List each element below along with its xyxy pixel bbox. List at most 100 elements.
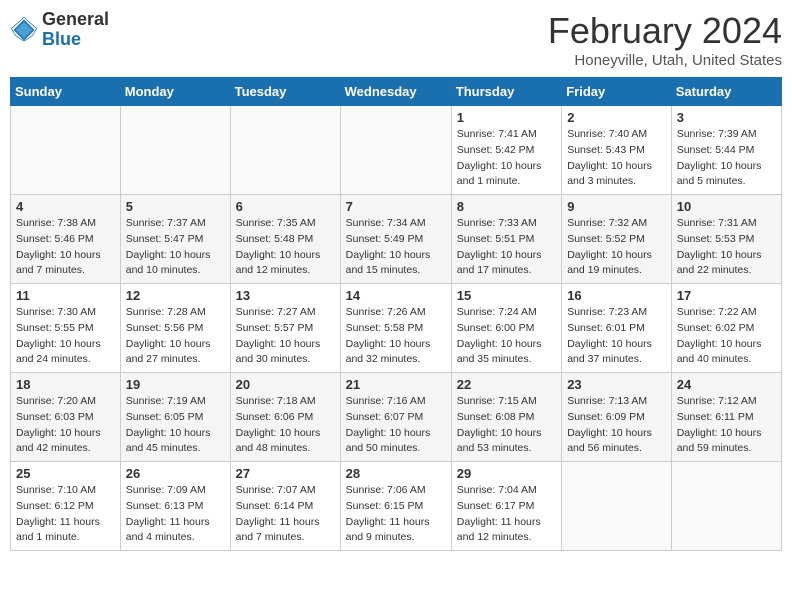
calendar-title: February 2024	[548, 10, 782, 52]
day-number: 27	[236, 466, 335, 481]
calendar-day-cell	[11, 106, 121, 195]
day-info: Sunrise: 7:39 AMSunset: 5:44 PMDaylight:…	[677, 127, 776, 190]
day-number: 23	[567, 377, 666, 392]
calendar-week-row: 18 Sunrise: 7:20 AMSunset: 6:03 PMDayligh…	[11, 373, 782, 462]
calendar-day-cell: 18 Sunrise: 7:20 AMSunset: 6:03 PMDayligh…	[11, 373, 121, 462]
calendar-day-cell: 4 Sunrise: 7:38 AMSunset: 5:46 PMDaylight…	[11, 195, 121, 284]
calendar-day-cell: 25 Sunrise: 7:10 AMSunset: 6:12 PMDayligh…	[11, 462, 121, 551]
day-number: 3	[677, 110, 776, 125]
calendar-day-cell: 6 Sunrise: 7:35 AMSunset: 5:48 PMDaylight…	[230, 195, 340, 284]
calendar-day-cell: 5 Sunrise: 7:37 AMSunset: 5:47 PMDaylight…	[120, 195, 230, 284]
day-number: 22	[457, 377, 556, 392]
day-number: 21	[346, 377, 446, 392]
day-info: Sunrise: 7:04 AMSunset: 6:17 PMDaylight:…	[457, 483, 556, 546]
day-number: 12	[126, 288, 225, 303]
day-of-week-header: Saturday	[671, 78, 781, 106]
calendar-day-cell: 3 Sunrise: 7:39 AMSunset: 5:44 PMDaylight…	[671, 106, 781, 195]
calendar-day-cell: 19Sunrise: 7:19 AMSunset: 6:05 PMDayligh…	[120, 373, 230, 462]
day-number: 24	[677, 377, 776, 392]
calendar-week-row: 25 Sunrise: 7:10 AMSunset: 6:12 PMDayligh…	[11, 462, 782, 551]
calendar-day-cell	[120, 106, 230, 195]
calendar-day-cell: 14 Sunrise: 7:26 AMSunset: 5:58 PMDayligh…	[340, 284, 451, 373]
day-info: Sunrise: 7:10 AMSunset: 6:12 PMDaylight:…	[16, 483, 115, 546]
day-number: 28	[346, 466, 446, 481]
logo: General Blue	[10, 10, 109, 50]
calendar-day-cell: 24 Sunrise: 7:12 AMSunset: 6:11 PMDayligh…	[671, 373, 781, 462]
day-info: Sunrise: 7:34 AMSunset: 5:49 PMDaylight:…	[346, 216, 446, 279]
calendar-day-cell: 9Sunrise: 7:32 AMSunset: 5:52 PMDaylight…	[562, 195, 672, 284]
calendar-day-cell	[671, 462, 781, 551]
day-info: Sunrise: 7:26 AMSunset: 5:58 PMDaylight:…	[346, 305, 446, 368]
day-info: Sunrise: 7:24 AMSunset: 6:00 PMDaylight:…	[457, 305, 556, 368]
logo-blue-text: Blue	[42, 30, 109, 50]
calendar-day-cell	[562, 462, 672, 551]
day-number: 16	[567, 288, 666, 303]
day-number: 10	[677, 199, 776, 214]
day-of-week-header: Sunday	[11, 78, 121, 106]
day-info: Sunrise: 7:33 AMSunset: 5:51 PMDaylight:…	[457, 216, 556, 279]
logo-text: General Blue	[42, 10, 109, 50]
day-number: 17	[677, 288, 776, 303]
day-number: 9	[567, 199, 666, 214]
day-of-week-header: Tuesday	[230, 78, 340, 106]
calendar-day-cell: 28 Sunrise: 7:06 AMSunset: 6:15 PMDayligh…	[340, 462, 451, 551]
day-number: 18	[16, 377, 115, 392]
calendar-day-cell: 2Sunrise: 7:40 AMSunset: 5:43 PMDaylight…	[562, 106, 672, 195]
day-info: Sunrise: 7:06 AMSunset: 6:15 PMDaylight:…	[346, 483, 446, 546]
calendar-day-cell: 10 Sunrise: 7:31 AMSunset: 5:53 PMDayligh…	[671, 195, 781, 284]
title-block: February 2024 Honeyville, Utah, United S…	[548, 10, 782, 69]
day-number: 13	[236, 288, 335, 303]
calendar-header-row: SundayMondayTuesdayWednesdayThursdayFrid…	[11, 78, 782, 106]
calendar-day-cell: 21 Sunrise: 7:16 AMSunset: 6:07 PMDayligh…	[340, 373, 451, 462]
day-info: Sunrise: 7:22 AMSunset: 6:02 PMDaylight:…	[677, 305, 776, 368]
day-info: Sunrise: 7:09 AMSunset: 6:13 PMDaylight:…	[126, 483, 225, 546]
calendar-day-cell: 15Sunrise: 7:24 AMSunset: 6:00 PMDayligh…	[451, 284, 561, 373]
day-info: Sunrise: 7:16 AMSunset: 6:07 PMDaylight:…	[346, 394, 446, 457]
calendar-day-cell: 11 Sunrise: 7:30 AMSunset: 5:55 PMDayligh…	[11, 284, 121, 373]
day-info: Sunrise: 7:30 AMSunset: 5:55 PMDaylight:…	[16, 305, 115, 368]
calendar-table: SundayMondayTuesdayWednesdayThursdayFrid…	[10, 77, 782, 551]
day-number: 7	[346, 199, 446, 214]
day-info: Sunrise: 7:28 AMSunset: 5:56 PMDaylight:…	[126, 305, 225, 368]
calendar-day-cell: 7 Sunrise: 7:34 AMSunset: 5:49 PMDaylight…	[340, 195, 451, 284]
calendar-day-cell	[230, 106, 340, 195]
day-number: 14	[346, 288, 446, 303]
logo-general-text: General	[42, 10, 109, 30]
day-number: 29	[457, 466, 556, 481]
day-info: Sunrise: 7:38 AMSunset: 5:46 PMDaylight:…	[16, 216, 115, 279]
day-info: Sunrise: 7:37 AMSunset: 5:47 PMDaylight:…	[126, 216, 225, 279]
day-number: 2	[567, 110, 666, 125]
calendar-day-cell: 26Sunrise: 7:09 AMSunset: 6:13 PMDayligh…	[120, 462, 230, 551]
calendar-day-cell: 29 Sunrise: 7:04 AMSunset: 6:17 PMDayligh…	[451, 462, 561, 551]
day-number: 8	[457, 199, 556, 214]
calendar-day-cell: 23 Sunrise: 7:13 AMSunset: 6:09 PMDayligh…	[562, 373, 672, 462]
day-number: 5	[126, 199, 225, 214]
calendar-day-cell: 13Sunrise: 7:27 AMSunset: 5:57 PMDayligh…	[230, 284, 340, 373]
day-of-week-header: Monday	[120, 78, 230, 106]
day-of-week-header: Friday	[562, 78, 672, 106]
day-info: Sunrise: 7:23 AMSunset: 6:01 PMDaylight:…	[567, 305, 666, 368]
calendar-week-row: 1Sunrise: 7:41 AMSunset: 5:42 PMDaylight…	[11, 106, 782, 195]
day-of-week-header: Thursday	[451, 78, 561, 106]
day-info: Sunrise: 7:13 AMSunset: 6:09 PMDaylight:…	[567, 394, 666, 457]
logo-icon	[10, 16, 38, 44]
calendar-day-cell: 16 Sunrise: 7:23 AMSunset: 6:01 PMDayligh…	[562, 284, 672, 373]
calendar-day-cell: 17 Sunrise: 7:22 AMSunset: 6:02 PMDayligh…	[671, 284, 781, 373]
calendar-day-cell	[340, 106, 451, 195]
day-info: Sunrise: 7:07 AMSunset: 6:14 PMDaylight:…	[236, 483, 335, 546]
page-header: General Blue February 2024 Honeyville, U…	[10, 10, 782, 69]
day-info: Sunrise: 7:31 AMSunset: 5:53 PMDaylight:…	[677, 216, 776, 279]
day-of-week-header: Wednesday	[340, 78, 451, 106]
calendar-day-cell: 22Sunrise: 7:15 AMSunset: 6:08 PMDayligh…	[451, 373, 561, 462]
day-number: 4	[16, 199, 115, 214]
day-info: Sunrise: 7:18 AMSunset: 6:06 PMDaylight:…	[236, 394, 335, 457]
day-info: Sunrise: 7:20 AMSunset: 6:03 PMDaylight:…	[16, 394, 115, 457]
day-info: Sunrise: 7:35 AMSunset: 5:48 PMDaylight:…	[236, 216, 335, 279]
day-info: Sunrise: 7:12 AMSunset: 6:11 PMDaylight:…	[677, 394, 776, 457]
calendar-day-cell: 12 Sunrise: 7:28 AMSunset: 5:56 PMDayligh…	[120, 284, 230, 373]
day-number: 11	[16, 288, 115, 303]
calendar-day-cell: 8 Sunrise: 7:33 AMSunset: 5:51 PMDaylight…	[451, 195, 561, 284]
day-info: Sunrise: 7:19 AMSunset: 6:05 PMDaylight:…	[126, 394, 225, 457]
day-number: 25	[16, 466, 115, 481]
day-number: 6	[236, 199, 335, 214]
